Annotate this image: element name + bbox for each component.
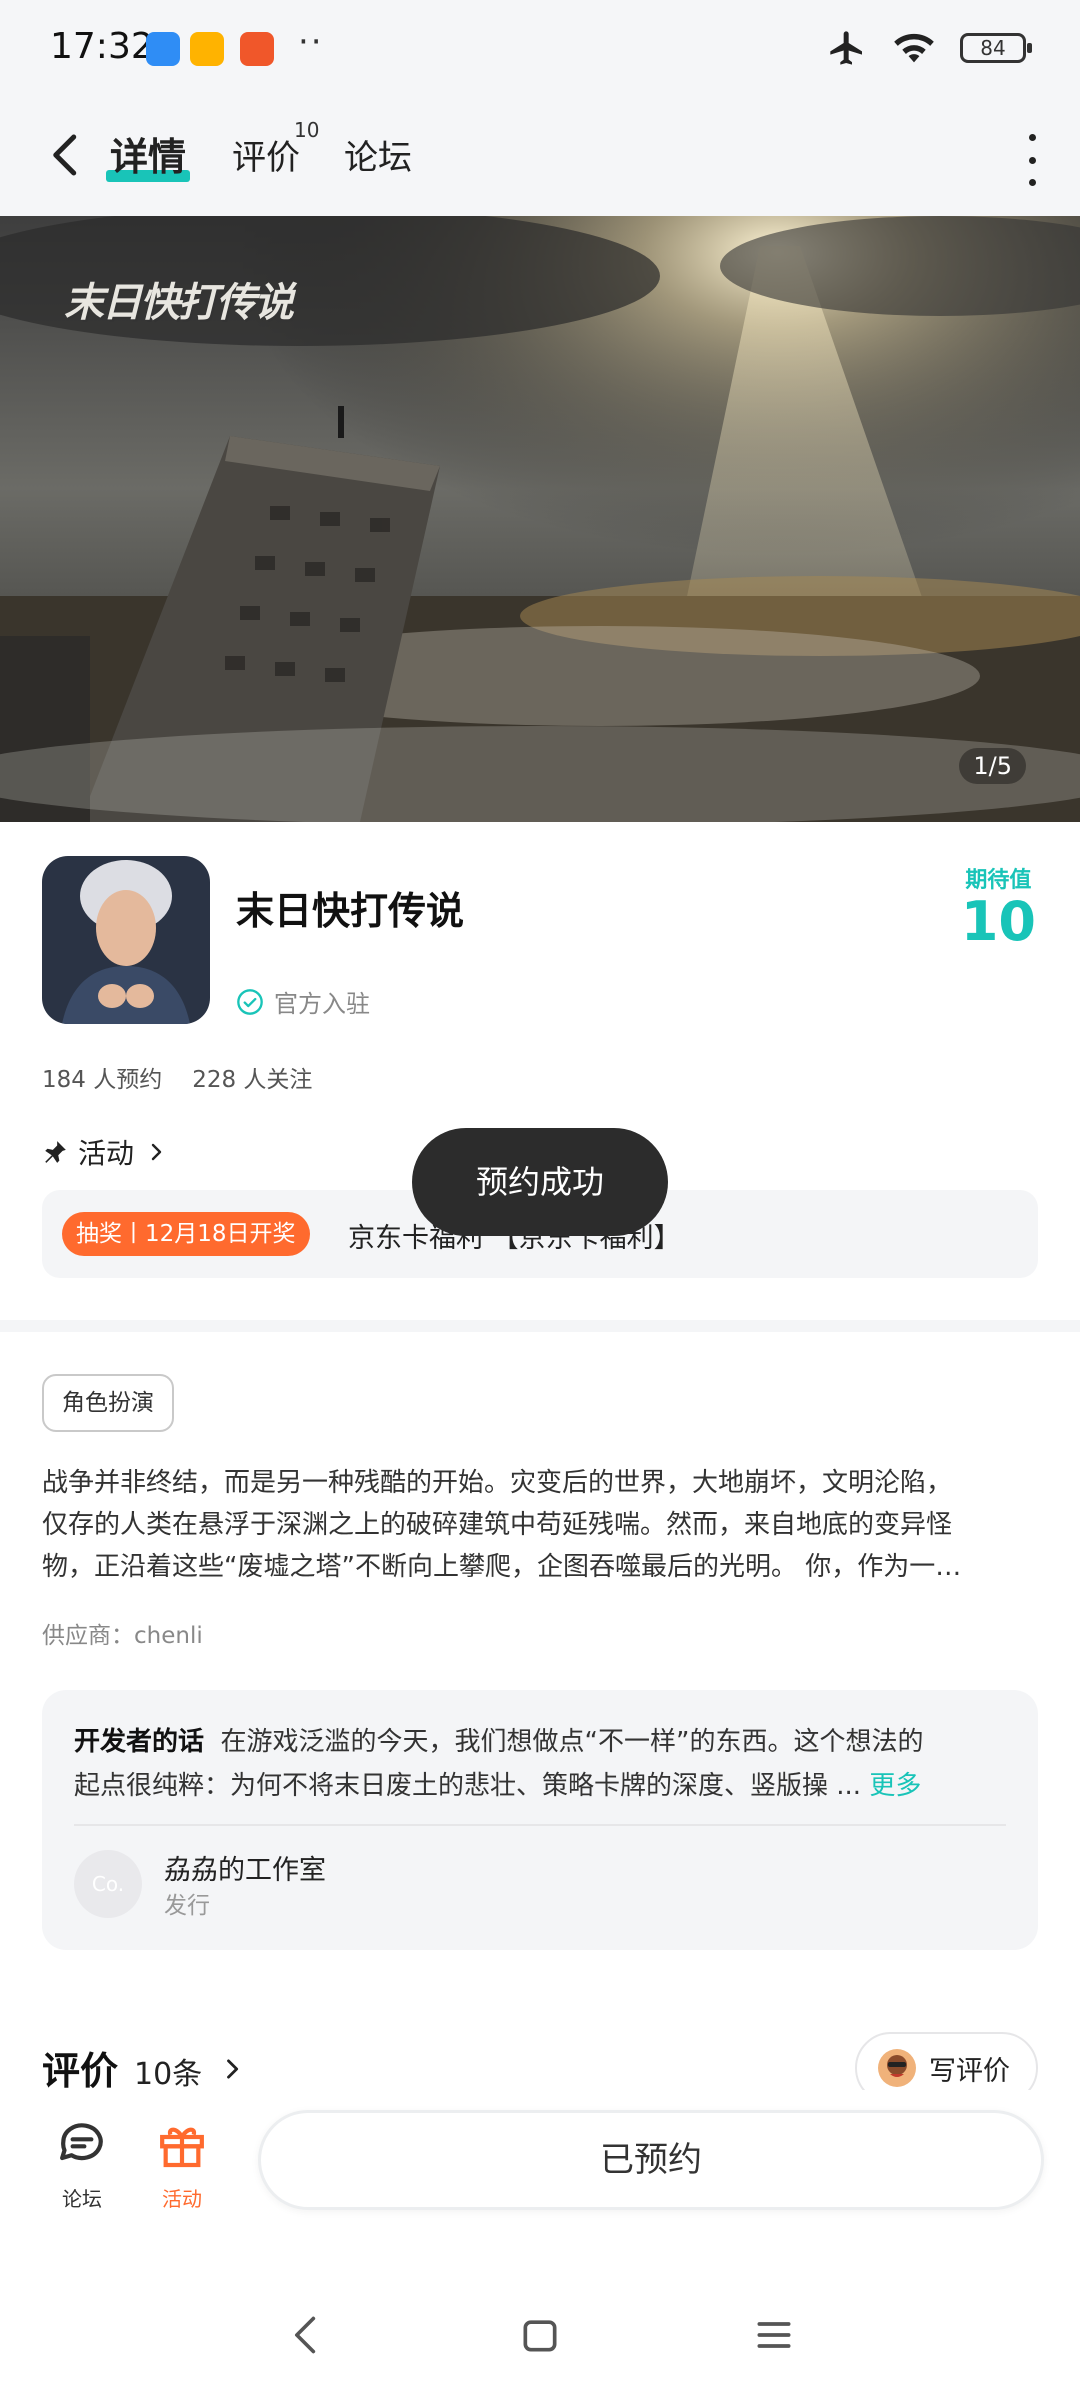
pin-icon [45, 1141, 66, 1163]
game-stats: 184 人预约 228 人关注 [42, 1060, 312, 1094]
forum-label: 论坛 [62, 2187, 102, 2211]
tab-details[interactable]: 详情 [110, 126, 186, 181]
top-navigation: 详情 评价 10 论坛 [0, 100, 1080, 216]
genre-tag[interactable]: 角色扮演 [42, 1374, 174, 1432]
reserved-button[interactable]: 已预约 [258, 2110, 1044, 2210]
section-divider [0, 1320, 1080, 1332]
description-line: 仅存的人类在悬浮于深渊之上的破碎建筑中苟延残喘。然而，来自地底的变异怪 [42, 1510, 953, 1540]
app2-notification-icon [240, 32, 274, 66]
reviews-header[interactable]: 评价 10条 [42, 2040, 246, 2095]
developer-note: 开发者的话 在游戏泛滥的今天，我们想做点“不一样”的东西。这个想法的 起点很纯粹… [74, 1720, 1014, 1808]
tab-reviews[interactable]: 评价 [232, 130, 300, 179]
hero-banner[interactable]: 末日快打传说 1/5 [0, 216, 1080, 822]
official-label: 官方入驻 [274, 990, 370, 1018]
expectation-score: 期待值 10 [961, 862, 1036, 950]
wifi-icon [894, 33, 934, 63]
reservation-success-toast: 预约成功 [412, 1128, 668, 1236]
chevron-right-icon [227, 2059, 239, 2079]
activity-header-label: 活动 [78, 1137, 135, 1170]
system-menu-icon[interactable] [752, 2310, 796, 2360]
description-line: 物，正沿着这些“废墟之塔”不断向上攀爬，企图吞噬最后的光明。 你，作为一… [42, 1552, 962, 1582]
developer-note-card[interactable]: 开发者的话 在游戏泛滥的今天，我们想做点“不一样”的东西。这个想法的 起点很纯粹… [42, 1690, 1038, 1950]
reviews-title: 评价 [42, 2049, 119, 2093]
developer-note-text: 起点很纯粹：为何不将末日废土的悲壮、策略卡牌的深度、竖版操 ... [74, 1771, 862, 1801]
lottery-tag: 抽奖丨12月18日开奖 [62, 1212, 310, 1256]
back-arrow-icon[interactable] [40, 128, 94, 182]
gift-icon [160, 2127, 204, 2168]
game-icon [42, 856, 210, 1024]
forum-chat-icon [60, 2123, 103, 2161]
game-description[interactable]: 战争并非终结，而是另一种残酷的开始。灾变后的世界，大地崩坏，文明沦陷， 仅存的人… [42, 1462, 1038, 1588]
studio-avatar[interactable]: Co. [74, 1850, 142, 1918]
user-avatar-icon [878, 2049, 916, 2087]
divider [74, 1824, 1006, 1826]
reviews-count: 10条 [134, 2057, 203, 2092]
developer-note-text: 在游戏泛滥的今天，我们想做点“不一样”的东西。这个想法的 [220, 1727, 924, 1757]
activity-button[interactable]: 活动 [142, 2116, 222, 2212]
reservation-count: 184 人预约 [42, 1067, 163, 1093]
more-options-icon[interactable] [1024, 134, 1040, 186]
system-back-icon[interactable] [284, 2310, 328, 2360]
reviews-count-badge: 10 [294, 118, 320, 142]
game-title: 末日快打传说 [236, 889, 465, 933]
image-counter: 1/5 [959, 748, 1026, 784]
developer-note-label: 开发者的话 [74, 1727, 205, 1757]
app-notification-icon [146, 32, 180, 66]
more-link[interactable]: 更多 [869, 1771, 921, 1801]
activity-section-header[interactable]: 活动 [42, 1132, 168, 1172]
tab-forum[interactable]: 论坛 [344, 130, 412, 179]
battery-icon: 84 [960, 33, 1032, 63]
description-line: 战争并非终结，而是另一种残酷的开始。灾变后的世界，大地崩坏，文明沦陷， [42, 1468, 953, 1498]
studio-role: 发行 [164, 1893, 210, 1919]
studio-name[interactable]: 劦劦的工作室 [164, 1848, 326, 1887]
system-navigation-bar [0, 2270, 1080, 2400]
game-logo: 末日快打传说 [64, 280, 294, 326]
more-notifications-icon: ·· [298, 22, 324, 62]
system-home-icon[interactable] [518, 2310, 562, 2360]
follower-count: 228 人关注 [192, 1067, 313, 1093]
verified-check-icon [237, 988, 263, 1015]
clock: 17:32 [50, 26, 154, 67]
status-bar: 17:32 ·· 84 [0, 0, 1080, 100]
write-review-label: 写评价 [929, 2055, 1010, 2087]
forum-button[interactable]: 论坛 [42, 2116, 122, 2212]
chevron-right-icon [151, 1143, 162, 1161]
airplane-icon [830, 31, 862, 65]
expectation-value: 10 [960, 890, 1036, 953]
bottom-action-bar: 论坛 活动 已预约 [0, 2090, 1080, 2240]
activity-label: 活动 [162, 2187, 202, 2211]
supplier-info: 供应商：chenli [42, 1623, 203, 1649]
weibo-notification-icon [190, 32, 224, 66]
official-badge: 官方入驻 [236, 984, 370, 1019]
